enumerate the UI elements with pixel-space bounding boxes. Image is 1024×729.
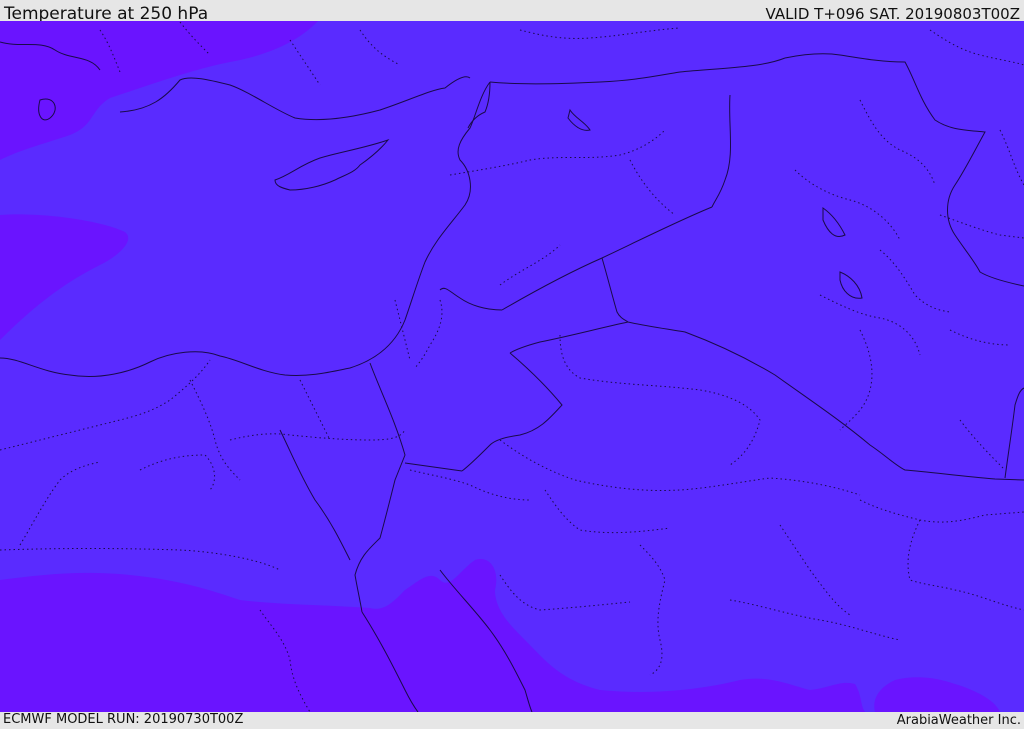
temperature-map [0, 21, 1024, 712]
footer-bar: ECMWF MODEL RUN: 20190730T00Z ArabiaWeat… [0, 712, 1024, 729]
credit-label: ArabiaWeather Inc. [896, 713, 1021, 728]
map-viewer: Temperature at 250 hPa VALID T+096 SAT. … [0, 0, 1024, 729]
header-bar: Temperature at 250 hPa VALID T+096 SAT. … [0, 0, 1024, 24]
model-run-label: ECMWF MODEL RUN: 20190730T00Z [3, 712, 244, 727]
